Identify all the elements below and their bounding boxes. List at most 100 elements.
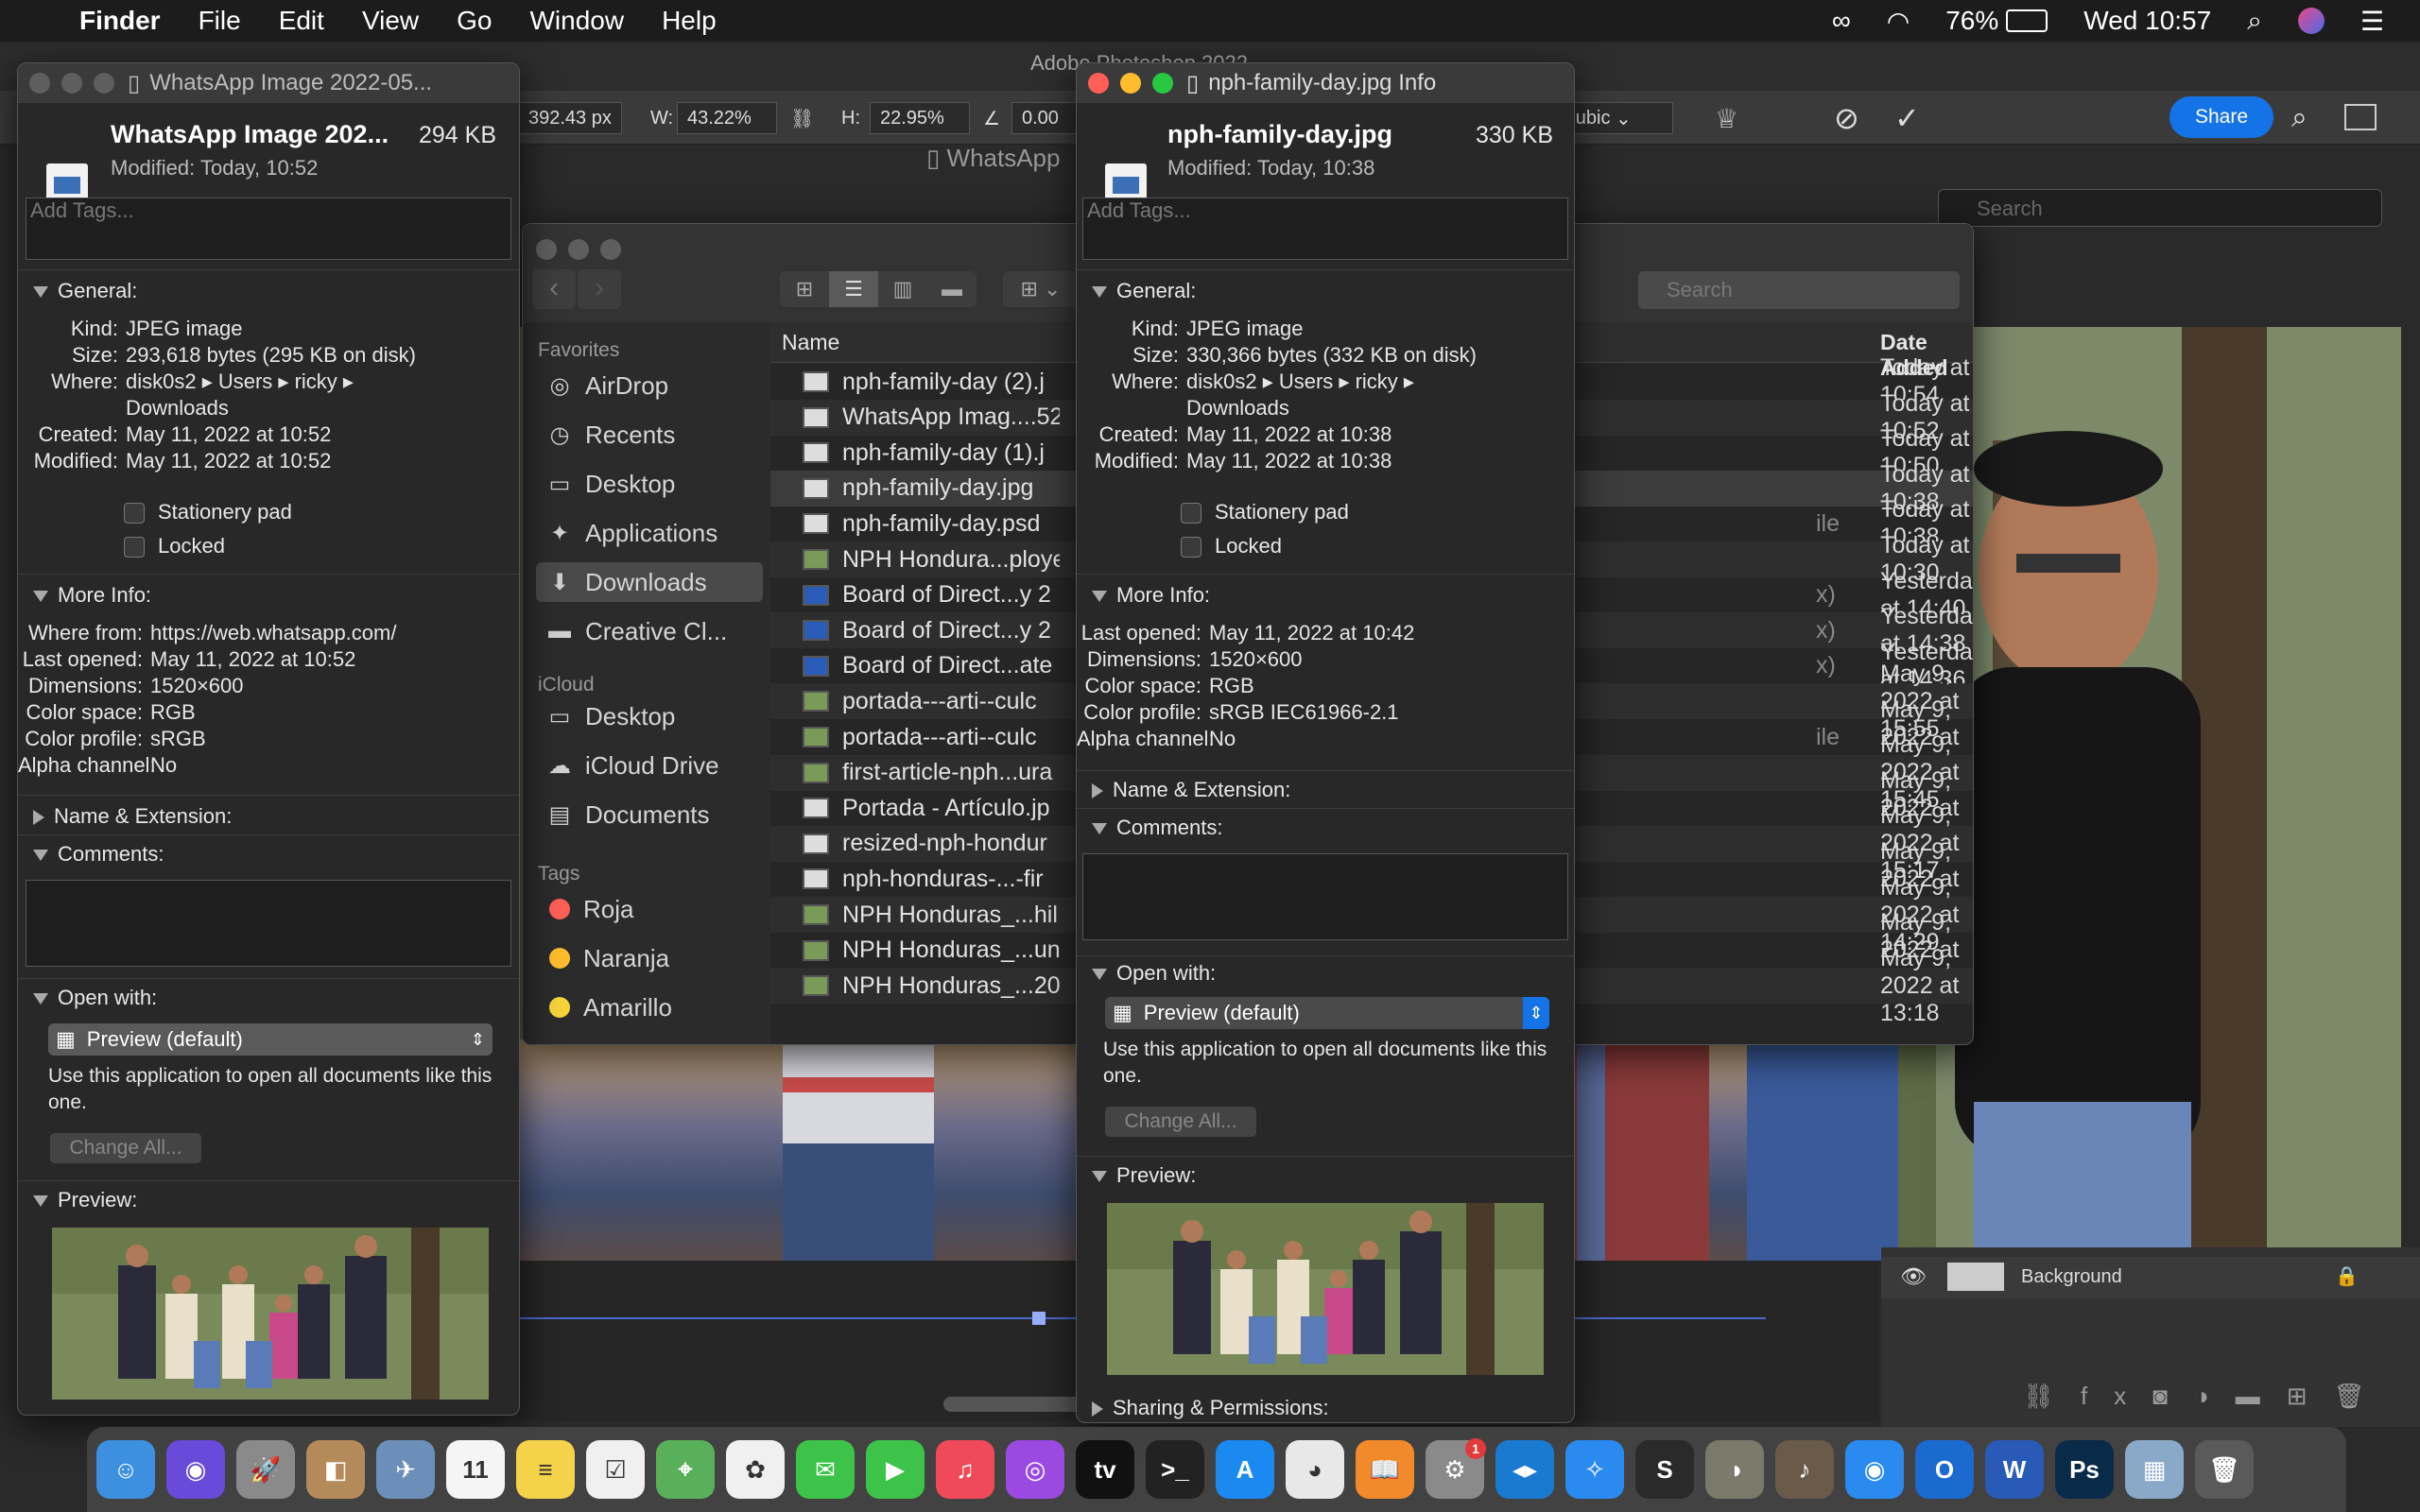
back-button[interactable]: ‹: [532, 269, 576, 309]
photoshop-icon[interactable]: Ps: [2055, 1440, 2114, 1499]
link-icon[interactable]: ⛓: [790, 102, 814, 134]
visibility-icon[interactable]: 👁: [1900, 1264, 1927, 1289]
timeline-marker[interactable]: [1032, 1312, 1046, 1325]
close-button[interactable]: [1088, 73, 1109, 94]
photos-icon[interactable]: ✿: [726, 1440, 785, 1499]
gallery-view-icon[interactable]: ▬: [927, 271, 977, 307]
minimize-button[interactable]: [568, 239, 589, 260]
sidebar-item-desktop[interactable]: ▭ Desktop: [536, 464, 763, 504]
adjustment-icon[interactable]: ◑: [2194, 1382, 2236, 1410]
comments-field[interactable]: [1082, 853, 1568, 940]
menu-app-name[interactable]: Finder: [79, 6, 161, 36]
sidebar-tag-roja[interactable]: Roja: [536, 889, 763, 929]
preview-section-toggle[interactable]: Preview:: [1092, 1163, 1196, 1188]
sidebar-item-applications[interactable]: ✦ Applications: [536, 513, 763, 553]
sidebar-item-downloads[interactable]: ⬇ Downloads: [536, 562, 763, 602]
music-icon[interactable]: ♫: [936, 1440, 994, 1499]
sidebar-item-airdrop[interactable]: ◎ AirDrop: [536, 366, 763, 405]
word-icon[interactable]: W: [1985, 1440, 2044, 1499]
terminal-icon[interactable]: >_: [1146, 1440, 1204, 1499]
zoom-button[interactable]: [600, 239, 621, 260]
menu-go[interactable]: Go: [457, 6, 492, 36]
minimize-button[interactable]: [1120, 73, 1141, 94]
close-button[interactable]: [29, 73, 50, 94]
menu-edit[interactable]: Edit: [279, 6, 324, 36]
open-with-select[interactable]: ▦ Preview (default) ⇕: [1105, 997, 1549, 1029]
open-with-section-toggle[interactable]: Open with:: [1092, 961, 1216, 986]
locked-checkbox[interactable]: Locked: [124, 534, 225, 558]
outlook-icon[interactable]: O: [1915, 1440, 1974, 1499]
link-layers-icon[interactable]: ⛓: [2023, 1382, 2081, 1410]
commit-transform-icon[interactable]: ✓: [1894, 101, 1920, 135]
podcasts-icon[interactable]: ◎: [1006, 1440, 1064, 1499]
column-header-name[interactable]: Name: [782, 330, 839, 355]
change-all-button[interactable]: Change All...: [50, 1133, 201, 1163]
sidebar-item-icloud-drive[interactable]: ☁ iCloud Drive: [536, 746, 763, 785]
contacts-icon[interactable]: ◧: [306, 1440, 365, 1499]
new-layer-icon[interactable]: ⊞: [2287, 1382, 2334, 1410]
trash-icon[interactable]: 🗑: [2195, 1440, 2254, 1499]
sublime-icon[interactable]: S: [1635, 1440, 1694, 1499]
zoom-button[interactable]: [94, 73, 114, 94]
battery-percent[interactable]: 76%: [1945, 6, 1998, 36]
ps-search-field[interactable]: Search: [1938, 189, 2382, 227]
comments-field[interactable]: [26, 880, 511, 967]
more-info-section-toggle[interactable]: More Info:: [33, 583, 151, 608]
system-preferences-icon[interactable]: ⚙ 1: [1426, 1438, 1486, 1499]
facetime-icon[interactable]: ▶: [866, 1440, 925, 1499]
list-view-icon[interactable]: ☰: [829, 271, 878, 307]
sharing-permissions-section-toggle[interactable]: Sharing & Permissions:: [1092, 1396, 1329, 1420]
menu-file[interactable]: File: [199, 6, 241, 36]
width-field[interactable]: 43.22%: [677, 102, 777, 134]
warp-icon[interactable]: ♕: [1715, 102, 1738, 134]
books-icon[interactable]: 📖: [1356, 1440, 1414, 1499]
maps-icon[interactable]: ⌖: [656, 1440, 715, 1499]
fx-icon[interactable]: fx: [2081, 1382, 2152, 1410]
tags-field[interactable]: Add Tags...: [1082, 198, 1568, 260]
zoom-icon[interactable]: ◉: [1845, 1440, 1904, 1499]
group-by-button[interactable]: ⊞ ⌄: [1003, 271, 1079, 307]
vscode-icon[interactable]: ◂▸: [1495, 1440, 1554, 1499]
creative-cloud-icon[interactable]: ∞: [1832, 6, 1851, 36]
mask-icon[interactable]: ◙: [2152, 1382, 2194, 1410]
workspace-icon[interactable]: [2344, 104, 2377, 130]
info-window-titlebar[interactable]: ▯ nph-family-day.jpg Info: [1077, 63, 1574, 103]
tags-field[interactable]: Add Tags...: [26, 198, 511, 260]
menu-help[interactable]: Help: [662, 6, 717, 36]
finder-search-field[interactable]: Search: [1638, 271, 1960, 309]
siri-icon[interactable]: [2297, 8, 2325, 34]
height-field[interactable]: 22.95%: [870, 102, 970, 134]
safari-icon[interactable]: ✧: [1565, 1440, 1624, 1499]
info-window-titlebar[interactable]: ▯ WhatsApp Image 2022-05...: [18, 63, 519, 103]
finder-icon[interactable]: ☺: [96, 1440, 155, 1499]
locked-checkbox[interactable]: Locked: [1181, 534, 1282, 558]
forward-button[interactable]: ›: [578, 269, 621, 309]
layer-row[interactable]: 👁 Background 🔒: [1881, 1257, 2420, 1298]
layer-name[interactable]: Background: [2021, 1266, 2122, 1288]
menu-window[interactable]: Window: [529, 6, 624, 36]
general-section-toggle[interactable]: General:: [1092, 279, 1196, 303]
minimize-button[interactable]: [61, 73, 82, 94]
sidebar-item-desktop[interactable]: ▭ Desktop: [536, 696, 763, 736]
calendar-icon[interactable]: 11: [446, 1440, 505, 1499]
stationery-pad-checkbox[interactable]: Stationery pad: [1181, 500, 1349, 524]
control-center-icon[interactable]: ☰: [2360, 6, 2384, 37]
tv-icon[interactable]: tv: [1076, 1440, 1134, 1499]
general-section-toggle[interactable]: General:: [33, 279, 137, 303]
more-info-section-toggle[interactable]: More Info:: [1092, 583, 1210, 608]
sidebar-tag-amarillo[interactable]: Amarillo: [536, 988, 763, 1027]
sidebar-item-recents[interactable]: ◷ Recents: [536, 415, 763, 455]
siri-icon[interactable]: ◉: [166, 1440, 225, 1499]
open-with-select[interactable]: ▦ Preview (default) ⇕: [48, 1023, 493, 1056]
sidebar-item-creative-cl-[interactable]: ▬ Creative Cl...: [536, 611, 763, 651]
preview-bird-icon[interactable]: ✈: [376, 1440, 435, 1499]
sidebar-tag-naranja[interactable]: Naranja: [536, 938, 763, 978]
chrome-icon[interactable]: ◕: [1286, 1440, 1344, 1499]
change-all-button[interactable]: Change All...: [1105, 1107, 1256, 1137]
stationery-pad-checkbox[interactable]: Stationery pad: [124, 500, 292, 524]
group-icon[interactable]: ▬: [2236, 1382, 2287, 1410]
delete-layer-icon[interactable]: 🗑: [2333, 1382, 2391, 1410]
launchpad-icon[interactable]: 🚀: [236, 1440, 295, 1499]
notes-icon[interactable]: ≡: [516, 1440, 575, 1499]
comments-section-toggle[interactable]: Comments:: [1092, 816, 1222, 840]
